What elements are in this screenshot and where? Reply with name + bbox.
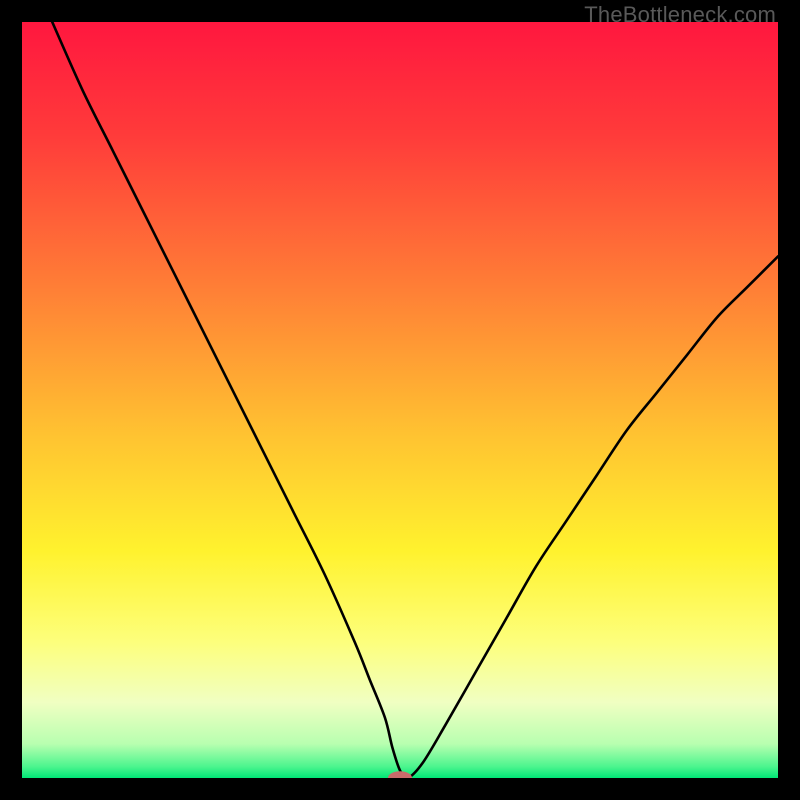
chart-background	[22, 22, 778, 778]
bottleneck-chart	[22, 22, 778, 778]
chart-frame	[22, 22, 778, 778]
